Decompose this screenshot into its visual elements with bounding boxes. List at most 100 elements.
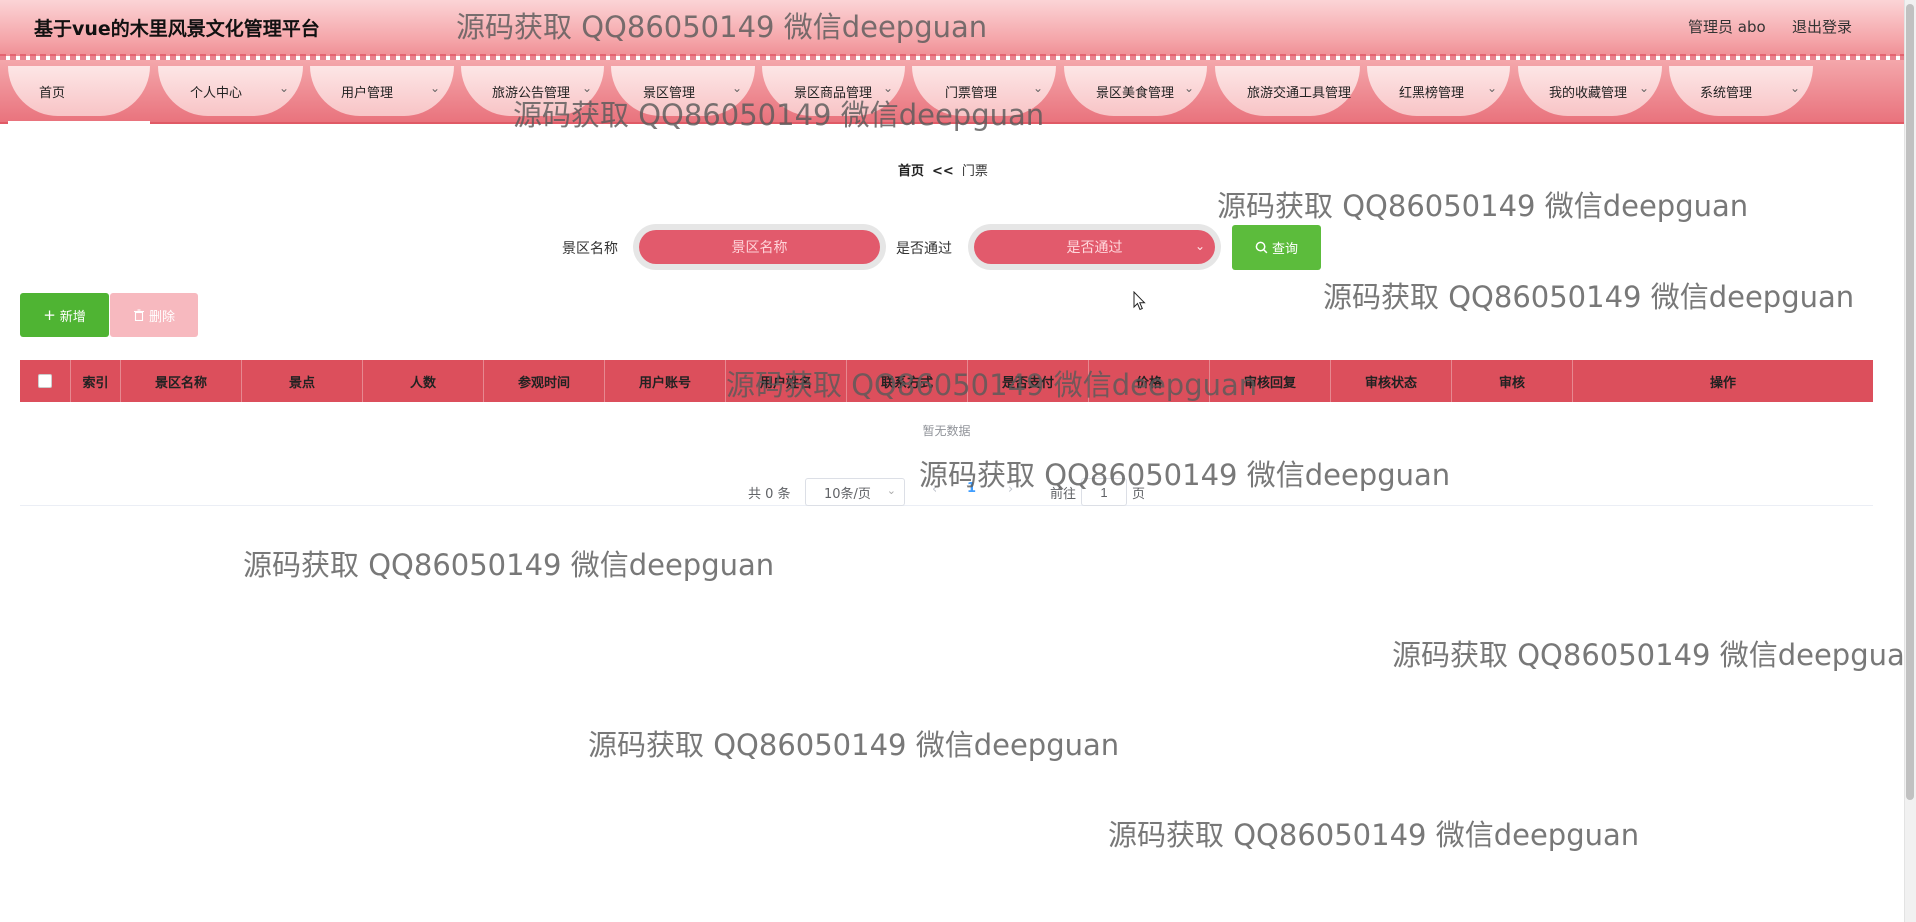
column-header: 用户账号: [605, 360, 726, 402]
nav-item-product-management[interactable]: 景区商品管理 ⌄: [762, 66, 905, 116]
approved-select[interactable]: 是否通过 ⌄: [974, 230, 1215, 264]
select-all-cell: [20, 360, 71, 402]
mouse-cursor-icon: [1133, 291, 1146, 311]
search-icon: [1255, 241, 1268, 254]
nav-item-label: 景区美食管理: [1096, 86, 1175, 101]
nav-item-label: 系统管理: [1700, 86, 1753, 101]
chevron-down-icon: ⌄: [1639, 81, 1650, 95]
nav-item-system-management[interactable]: 系统管理 ⌄: [1669, 66, 1813, 116]
nav-item-label: 景区商品管理: [794, 86, 873, 101]
next-page-button[interactable]: ›: [1008, 482, 1013, 497]
empty-state-text: 暂无数据: [922, 424, 971, 438]
delete-button-label: 删除: [148, 309, 175, 325]
chevron-down-icon: ⌄: [1194, 239, 1205, 253]
chevron-down-icon: ⌄: [1184, 81, 1195, 95]
nav-item-label: 门票管理: [945, 86, 998, 101]
chevron-down-icon: ⌄: [886, 484, 896, 497]
ticket-table: 索引 景区名称 景点 人数 参观时间 用户账号 用户姓名 联系方式 是否支付 价…: [20, 360, 1873, 506]
table-header: 索引 景区名称 景点 人数 参观时间 用户账号 用户姓名 联系方式 是否支付 价…: [20, 360, 1873, 402]
nav-item-label: 首页: [39, 86, 66, 101]
watermark-text: 源码获取 QQ86050149 微信deepguan: [588, 728, 1120, 762]
scrollbar-thumb[interactable]: [1906, 4, 1914, 800]
column-header: 审核状态: [1331, 360, 1452, 402]
nav-item-announcement-management[interactable]: 旅游公告管理 ⌄: [461, 66, 604, 116]
watermark-text: 源码获取 QQ86050149 微信deepguan: [1108, 818, 1640, 852]
add-button[interactable]: + 新增: [20, 293, 109, 337]
column-header: 是否支付: [968, 360, 1089, 402]
trash-icon: [133, 309, 144, 321]
delete-button[interactable]: 删除: [110, 293, 198, 337]
column-header: 索引: [71, 360, 121, 402]
goto-suffix: 页: [1132, 487, 1146, 502]
search-button-label: 查询: [1271, 242, 1298, 257]
breadcrumb-home[interactable]: 首页: [898, 164, 924, 179]
page: 基于vue的木里风景文化管理平台 管理员 abo 退出登录 首页 个人中心 ⌄ …: [0, 0, 1916, 922]
nav-active-indicator: [8, 121, 150, 124]
page-size-value: 10条/页: [824, 486, 871, 502]
goto-prefix: 前往: [1050, 487, 1077, 502]
watermark-text: 源码获取 QQ86050149 微信deepguan: [243, 548, 775, 582]
plus-icon: +: [43, 306, 56, 324]
nav-item-favorites-management[interactable]: 我的收藏管理 ⌄: [1518, 66, 1662, 116]
column-header: 用户姓名: [726, 360, 847, 402]
add-button-label: 新增: [59, 309, 86, 325]
watermark-text: 源码获取 QQ86050149 微信deepguan: [1217, 189, 1749, 223]
logout-link[interactable]: 退出登录: [1792, 16, 1852, 37]
chevron-down-icon: ⌄: [732, 81, 743, 95]
nav-item-transport-management[interactable]: 旅游交通工具管理: [1215, 66, 1360, 116]
nav-item-scenic-management[interactable]: 景区管理 ⌄: [611, 66, 755, 116]
page-number-current[interactable]: 1: [967, 481, 976, 496]
chevron-down-icon: ⌄: [582, 81, 593, 95]
goto-page-input[interactable]: [1081, 478, 1127, 506]
column-header: 联系方式: [847, 360, 968, 402]
breadcrumb-current: 门票: [961, 164, 988, 179]
nav-item-label: 红黑榜管理: [1399, 86, 1465, 101]
watermark-text: 源码获取 QQ86050149 微信deepguan: [1392, 638, 1916, 672]
nav-item-label: 旅游交通工具管理: [1247, 86, 1352, 101]
chevron-down-icon: ⌄: [1790, 81, 1801, 95]
scenic-name-label: 景区名称: [562, 241, 618, 257]
approved-select-placeholder: 是否通过: [1066, 240, 1123, 256]
chevron-down-icon: ⌄: [279, 81, 290, 95]
main-nav: 首页 个人中心 ⌄ 用户管理 ⌄ 旅游公告管理 ⌄ 景区管理 ⌄ 景区商品管理 …: [0, 60, 1904, 124]
breadcrumb-separator: <<: [932, 164, 954, 179]
scenic-name-input-wrapper: [633, 224, 886, 270]
column-header: 人数: [363, 360, 484, 402]
nav-item-label: 旅游公告管理: [492, 86, 571, 101]
column-header: 审核回复: [1210, 360, 1331, 402]
nav-item-home[interactable]: 首页: [8, 66, 150, 116]
watermark-text: 源码获取 QQ86050149 微信deepguan: [1323, 280, 1855, 314]
nav-item-red-black-list[interactable]: 红黑榜管理 ⌄: [1367, 66, 1510, 116]
top-header: 基于vue的木里风景文化管理平台 管理员 abo 退出登录: [0, 0, 1904, 60]
chevron-down-icon: ⌄: [430, 81, 441, 95]
search-button[interactable]: 查询: [1232, 225, 1321, 270]
table-body: 暂无数据: [20, 402, 1873, 506]
scenic-name-field: [639, 230, 880, 264]
column-header: 景点: [242, 360, 363, 402]
prev-page-button[interactable]: ‹: [932, 482, 937, 497]
column-header: 景区名称: [121, 360, 242, 402]
chevron-down-icon: ⌄: [1487, 81, 1498, 95]
nav-item-label: 个人中心: [190, 86, 243, 101]
nav-item-personal-center[interactable]: 个人中心 ⌄: [158, 66, 303, 116]
nav-item-label: 景区管理: [643, 86, 696, 101]
chevron-down-icon: ⌄: [1033, 81, 1044, 95]
admin-user-label: 管理员 abo: [1688, 18, 1766, 36]
scenic-name-input[interactable]: [639, 239, 880, 255]
nav-item-ticket-management[interactable]: 门票管理 ⌄: [912, 66, 1056, 116]
breadcrumb: 首页 << 门票: [898, 160, 988, 179]
page-size-select[interactable]: 10条/页 ⌄: [805, 478, 905, 506]
nav-item-label: 我的收藏管理: [1549, 86, 1628, 101]
column-header: 操作: [1709, 375, 1736, 391]
approved-select-wrapper: 是否通过 ⌄: [968, 224, 1221, 270]
column-header: 审核: [1452, 360, 1573, 402]
approved-label: 是否通过: [896, 241, 952, 257]
column-header: 参观时间: [484, 360, 605, 402]
column-header: 价格: [1089, 360, 1210, 402]
select-all-checkbox[interactable]: [38, 374, 52, 388]
chevron-down-icon: ⌄: [883, 81, 894, 95]
nav-item-label: 用户管理: [341, 86, 394, 101]
app-title: 基于vue的木里风景文化管理平台: [34, 18, 320, 40]
nav-item-user-management[interactable]: 用户管理 ⌄: [310, 66, 454, 116]
nav-item-food-management[interactable]: 景区美食管理 ⌄: [1064, 66, 1207, 116]
